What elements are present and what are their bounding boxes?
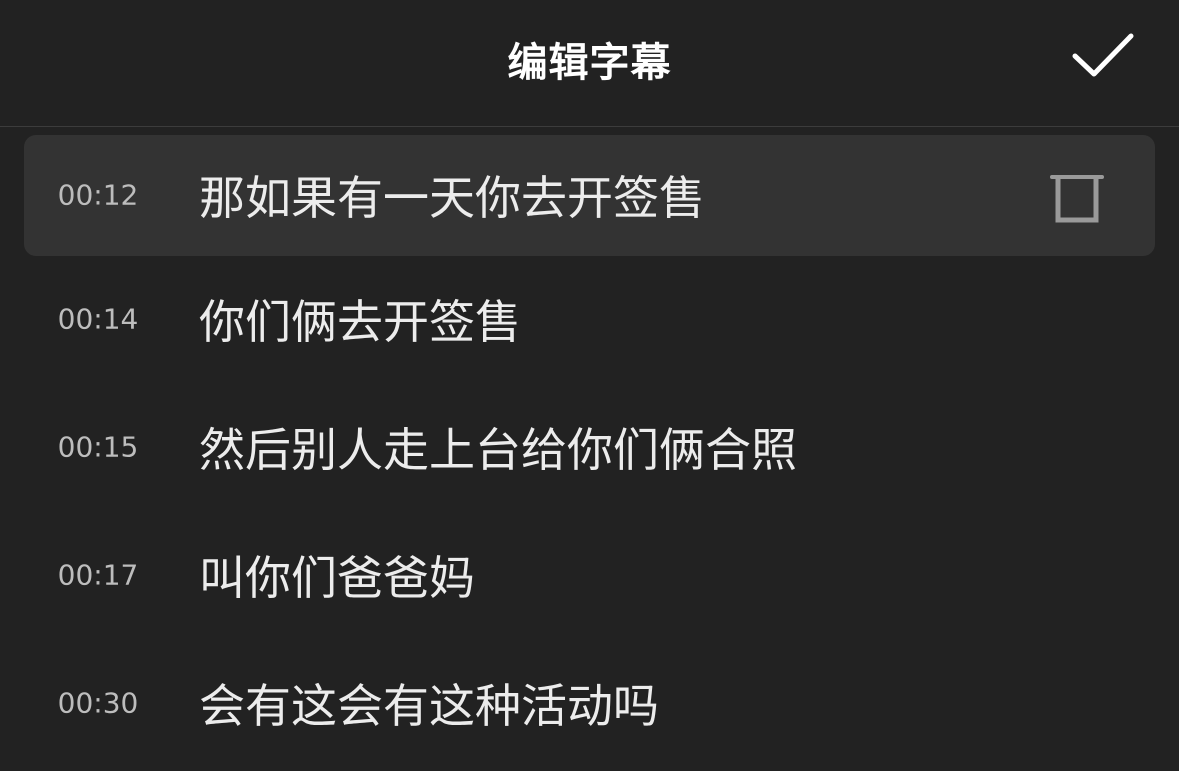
- subtitle-row[interactable]: 00:15 然后别人走上台给你们俩合照: [0, 383, 1179, 511]
- subtitle-text[interactable]: 你们俩去开签售: [199, 286, 521, 352]
- confirm-button[interactable]: [1069, 26, 1139, 86]
- subtitle-row[interactable]: 00:17 叫你们爸爸妈: [0, 511, 1179, 639]
- page-title: 编辑字幕: [507, 40, 672, 86]
- subtitle-row[interactable]: 00:14 你们俩去开签售: [0, 255, 1179, 383]
- subtitle-text[interactable]: 会有这会有这种活动吗: [199, 670, 659, 736]
- top-bar: 编辑字幕: [0, 0, 1179, 127]
- subtitle-timestamp: 00:12: [57, 178, 139, 212]
- subtitle-timestamp: 00:15: [57, 430, 139, 464]
- subtitle-row[interactable]: 00:12 那如果有一天你去开签售: [0, 127, 1179, 256]
- subtitle-text[interactable]: 那如果有一天你去开签售: [199, 162, 705, 228]
- delete-subtitle-button[interactable]: [1048, 168, 1106, 228]
- subtitle-timestamp: 00:14: [57, 302, 139, 336]
- subtitle-text[interactable]: 叫你们爸爸妈: [199, 542, 475, 608]
- subtitle-timestamp: 00:17: [57, 558, 139, 592]
- subtitle-list: 00:12 那如果有一天你去开签售 00:14 你们俩去开签售 00:15 然后…: [0, 127, 1179, 767]
- subtitle-row[interactable]: 00:30 会有这会有这种活动吗: [0, 639, 1179, 767]
- subtitle-text[interactable]: 然后别人走上台给你们俩合照: [199, 414, 797, 480]
- subtitle-timestamp: 00:30: [57, 686, 139, 720]
- checkmark-icon: [1072, 33, 1134, 77]
- trash-icon: [1050, 175, 1104, 223]
